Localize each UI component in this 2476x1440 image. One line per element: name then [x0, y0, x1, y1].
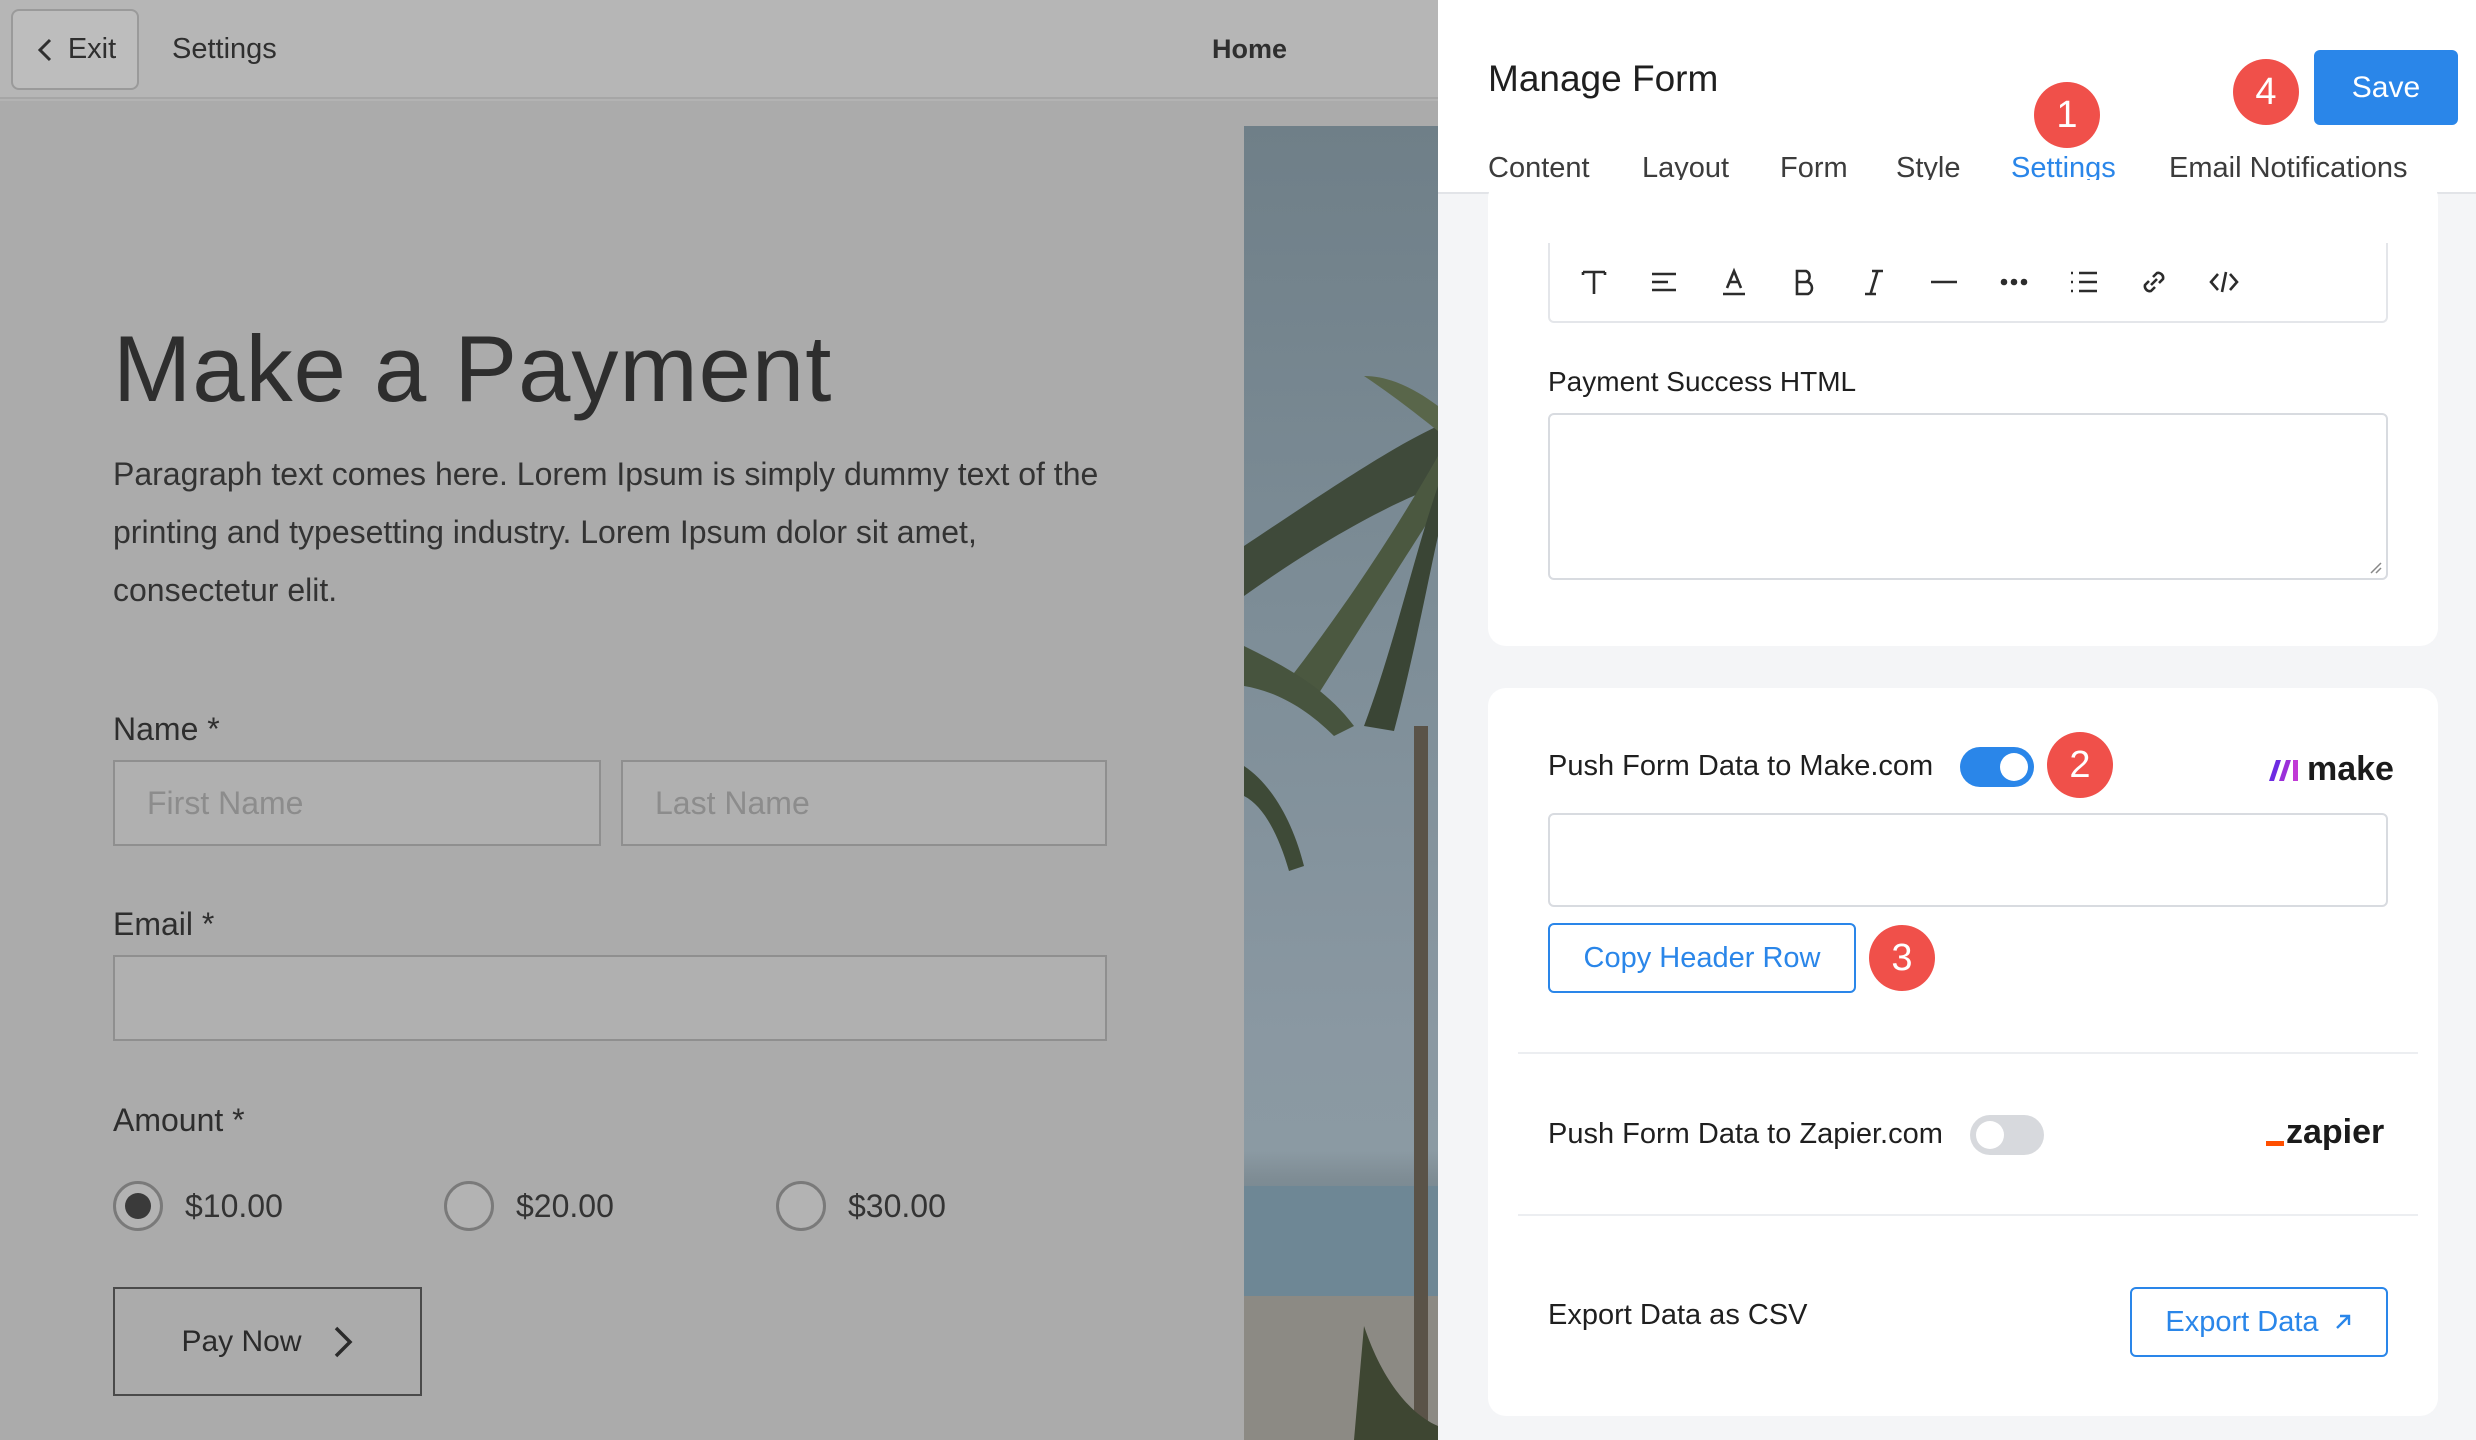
email-label: Email *	[113, 906, 215, 942]
export-data-button[interactable]: Export Data	[2130, 1287, 2388, 1357]
pay-now-button[interactable]: Pay Now	[113, 1287, 422, 1396]
make-logo: make	[2267, 750, 2394, 789]
step-badge-1: 1	[2034, 82, 2100, 148]
divider	[1518, 1214, 2418, 1216]
page-title[interactable]: Make a Payment	[113, 315, 832, 423]
zapier-logo-mark	[2266, 1141, 2284, 1146]
step-badge-2: 2	[2047, 732, 2113, 798]
breadcrumb-settings[interactable]: Settings	[172, 33, 277, 66]
more-icon[interactable]	[1992, 260, 2036, 304]
amount-option[interactable]: $10.00	[113, 1181, 283, 1231]
rich-text-toolbar	[1548, 243, 2388, 323]
resize-grip-icon[interactable]	[2366, 558, 2382, 574]
chevron-left-icon	[37, 38, 51, 61]
page-selector-home[interactable]: Home	[1212, 34, 1287, 65]
editor-topbar: Exit Settings Home	[0, 0, 1438, 99]
palm-tree-image	[1244, 376, 1438, 1440]
make-logo-icon	[2269, 759, 2298, 781]
text-type-icon[interactable]	[1572, 260, 1616, 304]
make-toggle[interactable]	[1960, 747, 2034, 787]
step-badge-4: 4	[2233, 59, 2299, 125]
font-color-icon[interactable]	[1712, 260, 1756, 304]
toggle-knob	[2000, 753, 2028, 781]
external-arrow-icon	[2335, 1314, 2350, 1329]
payment-success-textarea[interactable]	[1548, 413, 2388, 580]
amount-label: Amount *	[113, 1102, 245, 1138]
align-icon[interactable]	[1642, 260, 1686, 304]
amount-label-1: $10.00	[185, 1187, 283, 1224]
amount-label-2: $20.00	[516, 1187, 614, 1224]
divider	[1518, 1052, 2418, 1054]
copy-header-row-button[interactable]: Copy Header Row	[1548, 923, 1856, 993]
panel-title: Manage Form	[1488, 58, 1719, 99]
code-icon[interactable]	[2202, 260, 2246, 304]
manage-form-panel: Manage Form Save Content Layout Form Sty…	[1438, 0, 2476, 1440]
list-icon[interactable]	[2062, 260, 2106, 304]
save-button[interactable]: Save	[2314, 50, 2458, 125]
amount-label-3: $30.00	[848, 1187, 946, 1224]
link-icon[interactable]	[2132, 260, 2176, 304]
panel-header: Manage Form Save Content Layout Form Sty…	[1438, 0, 2476, 194]
last-name-input[interactable]: Last Name	[621, 760, 1107, 846]
pay-now-label: Pay Now	[181, 1324, 302, 1358]
export-data-label: Export Data	[2165, 1305, 2319, 1338]
site-editor: Exit Settings Home Make a Payment Paragr…	[0, 0, 1438, 1440]
export-csv-label: Export Data as CSV	[1548, 1299, 1808, 1331]
amount-option[interactable]: $30.00	[776, 1181, 946, 1231]
italic-icon[interactable]	[1852, 260, 1896, 304]
horizontal-rule-icon[interactable]	[1922, 260, 1966, 304]
zapier-push-label: Push Form Data to Zapier.com	[1548, 1118, 1943, 1150]
bold-icon[interactable]	[1782, 260, 1826, 304]
radio-unchecked-icon[interactable]	[444, 1181, 494, 1231]
payment-success-label: Payment Success HTML	[1548, 366, 1857, 397]
radio-unchecked-icon[interactable]	[776, 1181, 826, 1231]
name-label: Name *	[113, 711, 220, 747]
chevron-right-icon	[334, 1326, 352, 1357]
make-push-label: Push Form Data to Make.com	[1548, 750, 1934, 782]
page-paragraph[interactable]: Paragraph text comes here. Lorem Ipsum i…	[113, 445, 1123, 619]
amount-option[interactable]: $20.00	[444, 1181, 614, 1231]
zapier-logo-text: zapier	[2286, 1113, 2385, 1151]
beach-photo	[1244, 126, 1438, 1440]
zapier-logo: zapier	[2266, 1113, 2384, 1152]
radio-checked-icon[interactable]	[113, 1181, 163, 1231]
email-input[interactable]	[113, 955, 1107, 1041]
make-webhook-input[interactable]	[1548, 813, 2388, 907]
toggle-knob	[1976, 1121, 2004, 1149]
step-badge-3: 3	[1869, 925, 1935, 991]
zapier-toggle[interactable]	[1970, 1115, 2044, 1155]
exit-button[interactable]: Exit	[11, 9, 139, 90]
first-name-input[interactable]: First Name	[113, 760, 601, 846]
exit-label: Exit	[67, 33, 117, 65]
make-logo-text: make	[2307, 750, 2394, 788]
